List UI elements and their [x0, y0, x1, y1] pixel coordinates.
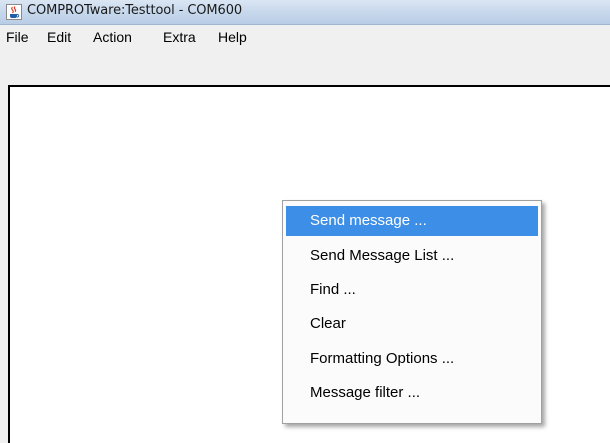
- menu-item-clear[interactable]: Clear: [286, 309, 538, 339]
- menu-item-send-message-list[interactable]: Send Message List ...: [286, 241, 538, 271]
- menu-edit[interactable]: Edit: [47, 29, 71, 45]
- menu-file[interactable]: File: [6, 29, 29, 45]
- window-title: COMPROTware:Testtool - COM600: [27, 3, 243, 18]
- menu-item-formatting-options[interactable]: Formatting Options ...: [286, 344, 538, 374]
- menu-item-message-filter[interactable]: Message filter ...: [286, 378, 538, 408]
- title-bar[interactable]: COMPROTware:Testtool - COM600: [0, 0, 610, 25]
- menu-bar: File Edit Action Extra Help: [0, 25, 610, 51]
- app-window: COMPROTware:Testtool - COM600 File Edit …: [0, 0, 610, 443]
- menu-extra[interactable]: Extra: [163, 29, 196, 45]
- menu-item-find[interactable]: Find ...: [286, 275, 538, 305]
- context-menu: Send message ... Send Message List ... F…: [282, 200, 542, 424]
- menu-help[interactable]: Help: [218, 29, 247, 45]
- menu-action[interactable]: Action: [93, 29, 132, 45]
- java-coffee-cup-icon: [6, 4, 22, 20]
- menu-item-send-message[interactable]: Send message ...: [286, 206, 538, 236]
